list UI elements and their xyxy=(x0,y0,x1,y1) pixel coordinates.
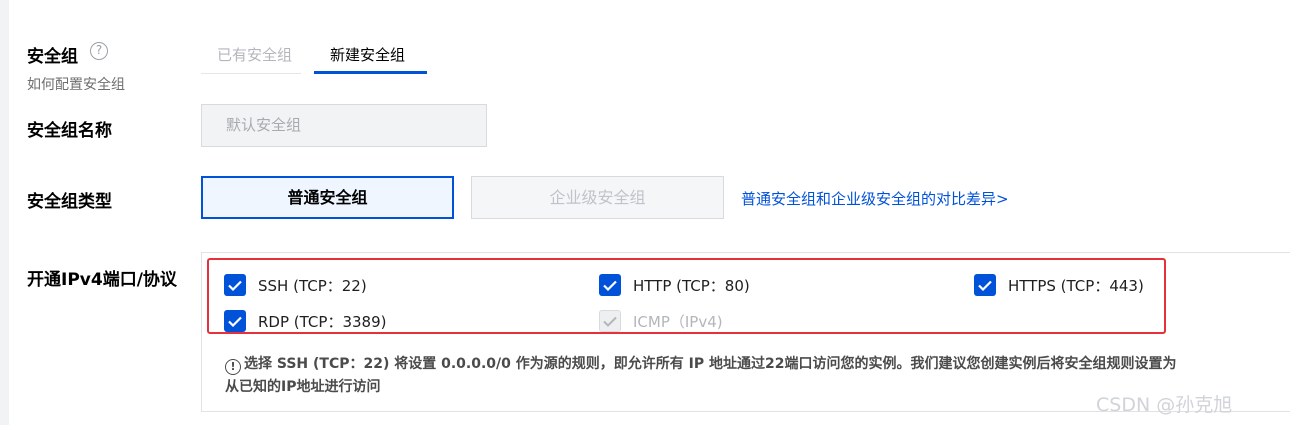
protocol-label: ICMP（IPv4) xyxy=(633,312,723,331)
protocol-label: SSH (TCP：22) xyxy=(258,276,367,295)
warning-icon: ! xyxy=(225,359,241,375)
left-sidebar-edge xyxy=(0,0,9,425)
tab-baseline xyxy=(201,73,301,74)
protocol-label: HTTPS (TCP：443) xyxy=(1008,276,1144,295)
active-tab-indicator xyxy=(314,71,427,74)
watermark: CSDN @孙克旭 xyxy=(1096,394,1233,416)
checkbox-disabled-checked-icon xyxy=(599,310,621,332)
security-group-label: 安全组 xyxy=(27,47,78,67)
protocol-label: RDP (TCP：3389) xyxy=(258,312,387,331)
group-type-label: 安全组类型 xyxy=(27,192,112,212)
notice-text-line1: 选择 SSH (TCP：22) 将设置 0.0.0.0/0 作为源的规则，即允许… xyxy=(244,356,1177,372)
checkbox-checked-icon[interactable] xyxy=(974,274,996,296)
protocol-icmp: ICMP（IPv4) xyxy=(599,310,723,332)
protocol-rdp[interactable]: RDP (TCP：3389) xyxy=(224,310,386,332)
checkbox-checked-icon[interactable] xyxy=(224,274,246,296)
protocol-label: HTTP (TCP：80) xyxy=(633,276,750,295)
protocol-ssh[interactable]: SSH (TCP：22) xyxy=(224,274,367,296)
protocol-https[interactable]: HTTPS (TCP：443) xyxy=(974,274,1144,296)
enterprise-group-option[interactable]: 企业级安全组 xyxy=(471,176,724,219)
how-to-configure-link[interactable]: 如何配置安全组 xyxy=(27,74,125,94)
tab-new-security-group[interactable]: 新建安全组 xyxy=(330,44,405,65)
help-icon[interactable]: ? xyxy=(90,42,108,60)
group-name-label: 安全组名称 xyxy=(27,121,112,141)
checkbox-checked-icon[interactable] xyxy=(224,310,246,332)
protocols-label: 开通IPv4端口/协议 xyxy=(27,270,177,290)
compare-link[interactable]: 普通安全组和企业级安全组的对比差异> xyxy=(741,188,1009,209)
normal-group-option[interactable]: 普通安全组 xyxy=(201,176,454,219)
group-name-input[interactable]: 默认安全组 xyxy=(201,104,487,147)
protocol-http[interactable]: HTTP (TCP：80) xyxy=(599,274,750,296)
checkbox-checked-icon[interactable] xyxy=(599,274,621,296)
tab-existing-security-group[interactable]: 已有安全组 xyxy=(217,44,292,65)
